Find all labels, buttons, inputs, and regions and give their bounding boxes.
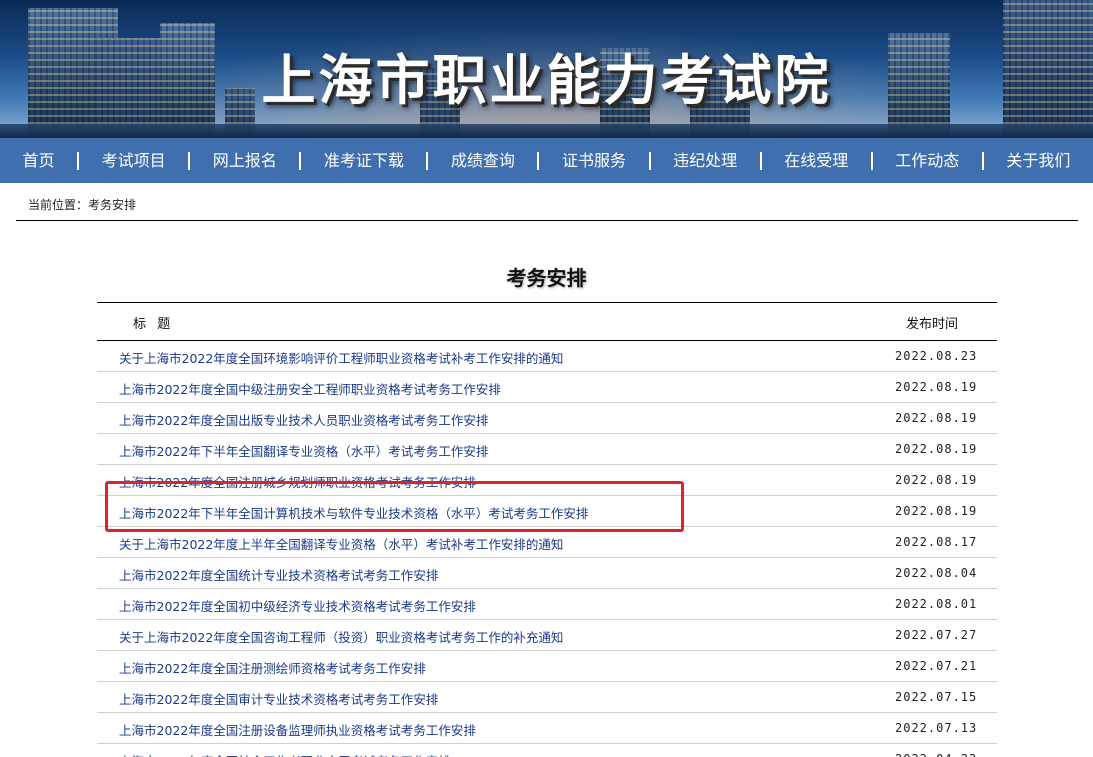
table-row: 上海市2022年度全国出版专业技术人员职业资格考试考务工作安排 2022.08.1… [97, 403, 997, 434]
breadcrumb-text: 当前位置：考务安排 [28, 198, 137, 212]
nav-item-exam-projects[interactable]: 考试项目 [79, 138, 188, 183]
notice-title-link[interactable]: 上海市2022年度全国注册城乡规划师职业资格考试考务工作安排 [119, 472, 476, 491]
table-row: 上海市2022年下半年全国计算机技术与软件专业技术资格（水平）考试考务工作安排 2… [97, 496, 997, 527]
breadcrumb: 当前位置：考务安排 [16, 183, 1078, 221]
nav-item-score-query[interactable]: 成绩查询 [428, 138, 537, 183]
table-row: 关于上海市2022年度上半年全国翻译专业资格（水平）考试补考工作安排的通知 202… [97, 527, 997, 558]
publish-date: 2022.07.15 [895, 690, 978, 704]
notice-title-link[interactable]: 上海市2022年度全国出版专业技术人员职业资格考试考务工作安排 [119, 410, 488, 429]
table-row: 上海市2022年下半年全国翻译专业资格（水平）考试考务工作安排 2022.08.1… [97, 434, 997, 465]
notice-title-link[interactable]: 上海市2022年度全国注册设备监理师执业资格考试考务工作安排 [119, 720, 476, 739]
nav-item-admission-ticket[interactable]: 准考证下载 [301, 138, 426, 183]
column-header-date: 发布时间 [906, 317, 959, 332]
nav-item-violation-handling[interactable]: 违纪处理 [651, 138, 760, 183]
publish-date: 2022.08.01 [895, 597, 978, 611]
column-header-title: 标 题 [133, 317, 172, 332]
notice-title-link[interactable]: 上海市2022年度全国统计专业技术资格考试考务工作安排 [119, 565, 438, 584]
table-row: 上海市2022年度全国注册测绘师资格考试考务工作安排 2022.07.21 [97, 651, 997, 682]
notice-title-link[interactable]: 关于上海市2022年度上半年全国翻译专业资格（水平）考试补考工作安排的通知 [119, 534, 563, 553]
publish-date: 2022.08.19 [895, 504, 978, 518]
notice-table: 标 题 发布时间 关于上海市2022年度全国环境影响评价工程师职业资格考试补考工… [97, 302, 997, 757]
publish-date: 2022.08.19 [895, 411, 978, 425]
main-nav: 首页 考试项目 网上报名 准考证下载 成绩查询 证书服务 违纪处理 在线受理 工… [0, 138, 1093, 183]
publish-date: 2022.08.19 [895, 442, 978, 456]
table-row: 上海市2022年度全国统计专业技术资格考试考务工作安排 2022.08.04 [97, 558, 997, 589]
table-header: 标 题 发布时间 [97, 303, 997, 341]
notice-title-link[interactable]: 关于上海市2022年度全国环境影响评价工程师职业资格考试补考工作安排的通知 [119, 348, 563, 367]
notice-title-link[interactable]: 上海市2022年度全国中级注册安全工程师职业资格考试考务工作安排 [119, 379, 501, 398]
table-row: 上海市2022年度全国审计专业技术资格考试考务工作安排 2022.07.15 [97, 682, 997, 713]
banner-water [0, 124, 1093, 138]
table-row: 关于上海市2022年度全国环境影响评价工程师职业资格考试补考工作安排的通知 202… [97, 341, 997, 372]
notice-title-link[interactable]: 上海市2022年度全国注册测绘师资格考试考务工作安排 [119, 658, 426, 677]
notice-title-link[interactable]: 上海市2022年下半年全国计算机技术与软件专业技术资格（水平）考试考务工作安排 [119, 503, 588, 522]
publish-date: 2022.07.21 [895, 659, 978, 673]
table-row: 关于上海市2022年度全国咨询工程师（投资）职业资格考试考务工作的补充通知 202… [97, 620, 997, 651]
publish-date: 2022.08.19 [895, 473, 978, 487]
notice-title-link[interactable]: 上海市2022年度全国初中级经济专业技术资格考试考务工作安排 [119, 596, 476, 615]
notice-title-link[interactable]: 上海市2022年度全国社会工作者职业水平考试考务工作安排 [119, 751, 451, 757]
notice-title-link[interactable]: 上海市2022年下半年全国翻译专业资格（水平）考试考务工作安排 [119, 441, 488, 460]
table-row: 上海市2022年度全国初中级经济专业技术资格考试考务工作安排 2022.08.01 [97, 589, 997, 620]
page-title: 考务安排 [506, 266, 587, 290]
publish-date: 2022.08.17 [895, 535, 978, 549]
publish-date: 2022.08.23 [895, 349, 978, 363]
nav-item-certificate-service[interactable]: 证书服务 [539, 138, 648, 183]
publish-date: 2022.08.04 [895, 566, 978, 580]
notice-title-link[interactable]: 上海市2022年度全国审计专业技术资格考试考务工作安排 [119, 689, 438, 708]
nav-item-home[interactable]: 首页 [0, 138, 77, 183]
table-row: 上海市2022年度全国注册设备监理师执业资格考试考务工作安排 2022.07.13 [97, 713, 997, 744]
nav-item-work-news[interactable]: 工作动态 [873, 138, 982, 183]
publish-date: 2022.07.27 [895, 628, 978, 642]
nav-item-online-acceptance[interactable]: 在线受理 [762, 138, 871, 183]
table-row: 上海市2022年度全国中级注册安全工程师职业资格考试考务工作安排 2022.08.… [97, 372, 997, 403]
publish-date: 2022.07.13 [895, 721, 978, 735]
publish-date: 2022.04.22 [895, 752, 977, 757]
page: 上海市职业能力考试院 首页 考试项目 网上报名 准考证下载 成绩查询 证书服务 … [0, 0, 1093, 757]
site-title: 上海市职业能力考试院 [261, 48, 832, 112]
nav-item-online-registration[interactable]: 网上报名 [190, 138, 299, 183]
table-body: 关于上海市2022年度全国环境影响评价工程师职业资格考试补考工作安排的通知 202… [97, 341, 997, 757]
header-banner: 上海市职业能力考试院 [0, 0, 1093, 138]
table-row: 上海市2022年度全国注册城乡规划师职业资格考试考务工作安排 2022.08.19 [97, 465, 997, 496]
notice-title-link[interactable]: 关于上海市2022年度全国咨询工程师（投资）职业资格考试考务工作的补充通知 [119, 627, 563, 646]
publish-date: 2022.08.19 [895, 380, 978, 394]
table-row: 上海市2022年度全国社会工作者职业水平考试考务工作安排 2022.04.22 [97, 744, 997, 757]
nav-item-about-us[interactable]: 关于我们 [984, 138, 1093, 183]
